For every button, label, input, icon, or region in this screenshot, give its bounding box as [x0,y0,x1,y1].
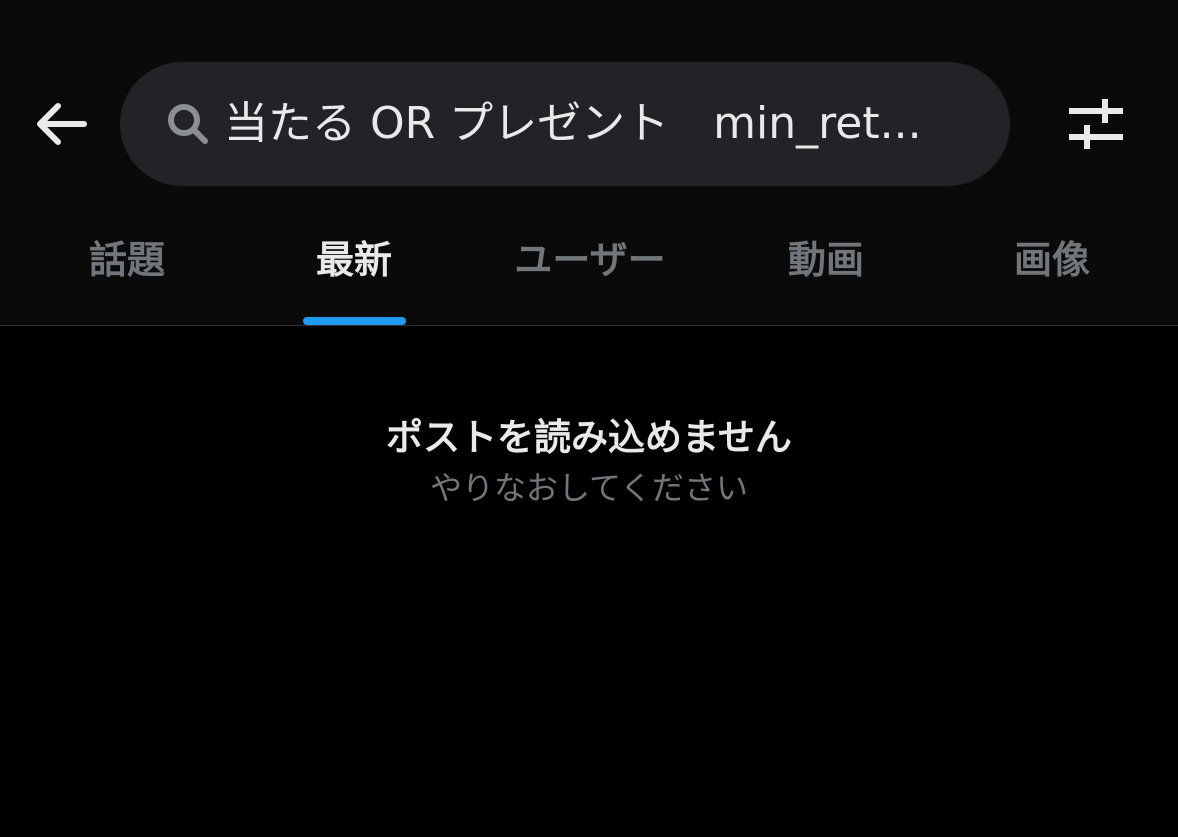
arrow-left-icon [37,103,87,145]
search-query-text[interactable]: 当たる OR プレゼント min_ret... [224,62,966,186]
header-divider [0,325,1178,326]
search-icon [166,102,210,146]
tab-label: 画像 [1013,238,1090,282]
active-tab-indicator [302,317,406,325]
tab-label: ユーザー [514,238,666,282]
error-title: ポストを読み込めません [386,416,792,459]
tab-trending[interactable]: 話題 [0,200,254,325]
search-input[interactable]: 当たる OR プレゼント min_ret... [120,62,1010,186]
tab-videos[interactable]: 動画 [726,200,926,325]
tab-users[interactable]: ユーザー [454,200,726,325]
top-bar: 当たる OR プレゼント min_ret... [0,62,1178,186]
tab-label: 動画 [787,238,864,282]
app-root: 当たる OR プレゼント min_ret... 話題 最新 ユーザー 動画 画像… [0,0,1178,837]
back-button[interactable] [24,92,96,156]
error-subtitle: やりなおしてください [429,469,749,507]
filter-button[interactable] [1060,92,1132,156]
tab-images[interactable]: 画像 [926,200,1178,325]
error-message: ポストを読み込めません やりなおしてください [0,410,1178,510]
tab-label: 話題 [88,238,165,282]
tab-latest[interactable]: 最新 [254,200,454,325]
tab-bar: 話題 最新 ユーザー 動画 画像 [0,200,1178,325]
search-header: 当たる OR プレゼント min_ret... 話題 最新 ユーザー 動画 画像 [0,0,1178,325]
tab-label: 最新 [315,238,392,282]
sliders-icon [1069,99,1123,149]
